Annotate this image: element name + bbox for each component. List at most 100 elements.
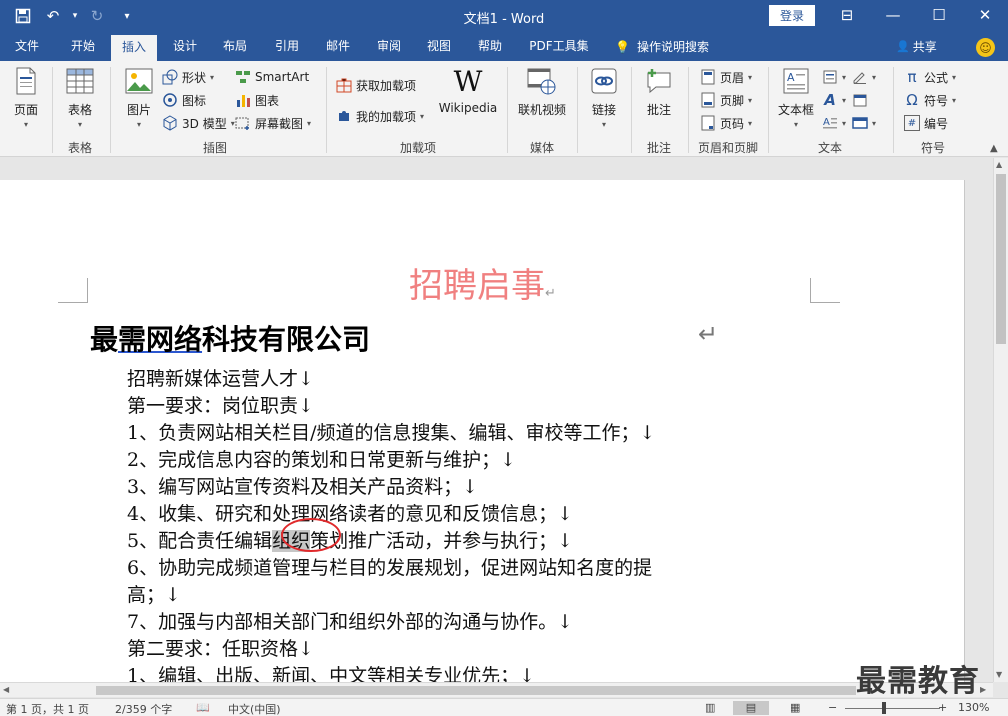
- tab-file[interactable]: 文件: [4, 32, 50, 61]
- my-addins-button[interactable]: 我的加载项 ▾: [336, 106, 424, 126]
- web-layout-icon[interactable]: ▦: [790, 701, 800, 714]
- link-icon: [587, 65, 621, 97]
- horizontal-scrollbar[interactable]: ◀ ▶: [0, 682, 993, 697]
- doc-line: 招聘新媒体运营人才↓: [127, 368, 314, 390]
- red-circle-annotation: [281, 518, 341, 552]
- tab-home[interactable]: 开始: [58, 32, 108, 61]
- pages-button[interactable]: 页面 ▾: [6, 65, 46, 129]
- 3d-models-button[interactable]: 3D 模型 ▾: [162, 113, 235, 133]
- horizontal-scroll-thumb[interactable]: [96, 686, 856, 695]
- proofing-icon[interactable]: 📖: [196, 701, 210, 714]
- print-layout-icon[interactable]: ▤: [733, 701, 769, 715]
- feedback-smiley-icon[interactable]: ☺: [976, 38, 995, 57]
- tab-design[interactable]: 设计: [162, 32, 208, 61]
- wikipedia-icon: W: [453, 64, 483, 98]
- group-label-symbols: 符号: [920, 141, 945, 155]
- drop-cap-caret-icon: ▾: [842, 118, 847, 128]
- separator: [688, 67, 689, 153]
- number-button[interactable]: # 编号: [904, 113, 948, 133]
- collapse-ribbon-icon[interactable]: ▲: [990, 143, 998, 154]
- doc-line: 第一要求：岗位职责↓: [127, 395, 314, 417]
- read-mode-icon[interactable]: ▥: [705, 701, 715, 714]
- screenshot-button[interactable]: 屏幕截图 ▾: [235, 113, 311, 133]
- textbox-label: 文本框: [777, 103, 814, 117]
- customize-qat-icon[interactable]: ▾: [114, 3, 140, 29]
- zoom-slider-thumb[interactable]: [882, 702, 886, 714]
- quick-parts-button[interactable]: ▾: [822, 67, 846, 87]
- equation-button[interactable]: π 公式 ▾: [904, 67, 956, 87]
- person-icon: 👤: [896, 40, 910, 53]
- tab-layout[interactable]: 布局: [212, 32, 258, 61]
- screenshot-caret-icon: ▾: [307, 118, 312, 128]
- shapes-button[interactable]: 形状 ▾: [162, 67, 214, 87]
- icons-button[interactable]: 图标: [162, 90, 206, 110]
- zoom-slider[interactable]: [845, 708, 940, 709]
- drop-cap-button[interactable]: A ▾: [822, 113, 846, 133]
- spelling-underline: 需网络: [118, 323, 203, 356]
- tab-review[interactable]: 审阅: [366, 32, 412, 61]
- maximize-button[interactable]: ☐: [916, 0, 962, 30]
- new-comment-button[interactable]: 批注: [638, 65, 680, 118]
- language[interactable]: 中文(中国): [228, 701, 281, 716]
- undo-dropdown-icon[interactable]: ▾: [70, 3, 80, 29]
- doc-line: 6、协助完成频道管理与栏目的发展规划，促进网站知名度的提: [127, 557, 653, 579]
- scroll-down-icon[interactable]: ▼: [996, 670, 1002, 679]
- object-caret-icon: ▾: [872, 118, 877, 128]
- zoom-in-button[interactable]: +: [938, 701, 947, 714]
- tab-pdf-tools[interactable]: PDF工具集: [522, 32, 596, 61]
- ribbon-display-options-icon[interactable]: ⊟: [824, 0, 870, 30]
- object-button[interactable]: ▾: [852, 113, 876, 133]
- quick-parts-icon: [822, 69, 838, 85]
- word-count[interactable]: 2/359 个字: [115, 701, 172, 716]
- page-number-button[interactable]: 页码 ▾: [700, 113, 752, 133]
- header-button[interactable]: 页眉 ▾: [700, 67, 752, 87]
- tab-insert[interactable]: 插入: [111, 35, 157, 61]
- wordart-button[interactable]: A ▾: [822, 90, 846, 110]
- links-button[interactable]: 链接 ▾: [584, 65, 624, 129]
- close-button[interactable]: ✕: [962, 0, 1008, 30]
- tab-references[interactable]: 引用: [264, 32, 310, 61]
- tab-help[interactable]: 帮助: [467, 32, 513, 61]
- date-time-button[interactable]: [852, 90, 868, 110]
- login-button[interactable]: 登录: [769, 5, 815, 26]
- signature-line-button[interactable]: ▾: [852, 67, 876, 87]
- tab-view[interactable]: 视图: [416, 32, 462, 61]
- smartart-button[interactable]: SmartArt: [235, 67, 309, 87]
- zoom-level[interactable]: 130%: [958, 701, 989, 714]
- symbol-button[interactable]: Ω 符号 ▾: [904, 90, 956, 110]
- tell-me-search[interactable]: 💡 操作说明搜索: [615, 32, 709, 61]
- document-page[interactable]: 招聘启事↵ 最需网络科技有限公司 ↵ 招聘新媒体运营人才↓ 第一要求：岗位职责↓…: [0, 180, 965, 682]
- paragraph-mark: ↵: [545, 286, 556, 301]
- links-caret-icon: ▾: [601, 120, 606, 129]
- title-bar: ↶ ▾ ↻ ▾ 文档1 - Word 登录 ⊟ — ☐ ✕: [0, 0, 1008, 32]
- scroll-left-icon[interactable]: ◀: [3, 685, 9, 694]
- table-button[interactable]: 表格 ▾: [60, 65, 100, 129]
- company-name: 最需网络科技有限公司: [90, 323, 371, 356]
- vertical-scrollbar[interactable]: ▲ ▼: [993, 158, 1008, 682]
- scroll-up-icon[interactable]: ▲: [996, 160, 1002, 169]
- online-video-button[interactable]: 联机视频: [514, 65, 570, 118]
- pi-icon: π: [907, 68, 917, 86]
- share-button[interactable]: 👤 共享: [896, 32, 937, 61]
- separator: [768, 67, 769, 153]
- page-info[interactable]: 第 1 页，共 1 页: [6, 701, 89, 716]
- zoom-out-button[interactable]: −: [828, 701, 837, 714]
- equation-caret-icon: ▾: [952, 72, 957, 82]
- vertical-scroll-thumb[interactable]: [996, 174, 1006, 344]
- wikipedia-button[interactable]: W Wikipedia: [436, 64, 500, 116]
- signature-icon: [852, 69, 868, 85]
- group-label-header-footer: 页眉和页脚: [697, 141, 758, 155]
- tab-mailings[interactable]: 邮件: [315, 32, 361, 61]
- save-icon[interactable]: [10, 3, 36, 29]
- textbox-button[interactable]: A 文本框 ▾: [774, 65, 818, 129]
- pictures-button[interactable]: 图片 ▾: [120, 65, 158, 129]
- footer-button[interactable]: 页脚 ▾: [700, 90, 752, 110]
- chart-button[interactable]: 图表: [235, 90, 279, 110]
- redo-icon[interactable]: ↻: [84, 3, 110, 29]
- get-addins-button[interactable]: 获取加载项: [336, 75, 416, 95]
- 3d-models-label: 3D 模型: [182, 116, 227, 131]
- undo-icon[interactable]: ↶: [40, 3, 66, 29]
- minimize-button[interactable]: —: [870, 0, 916, 30]
- scroll-right-icon[interactable]: ▶: [980, 685, 986, 694]
- shapes-caret-icon: ▾: [210, 72, 215, 82]
